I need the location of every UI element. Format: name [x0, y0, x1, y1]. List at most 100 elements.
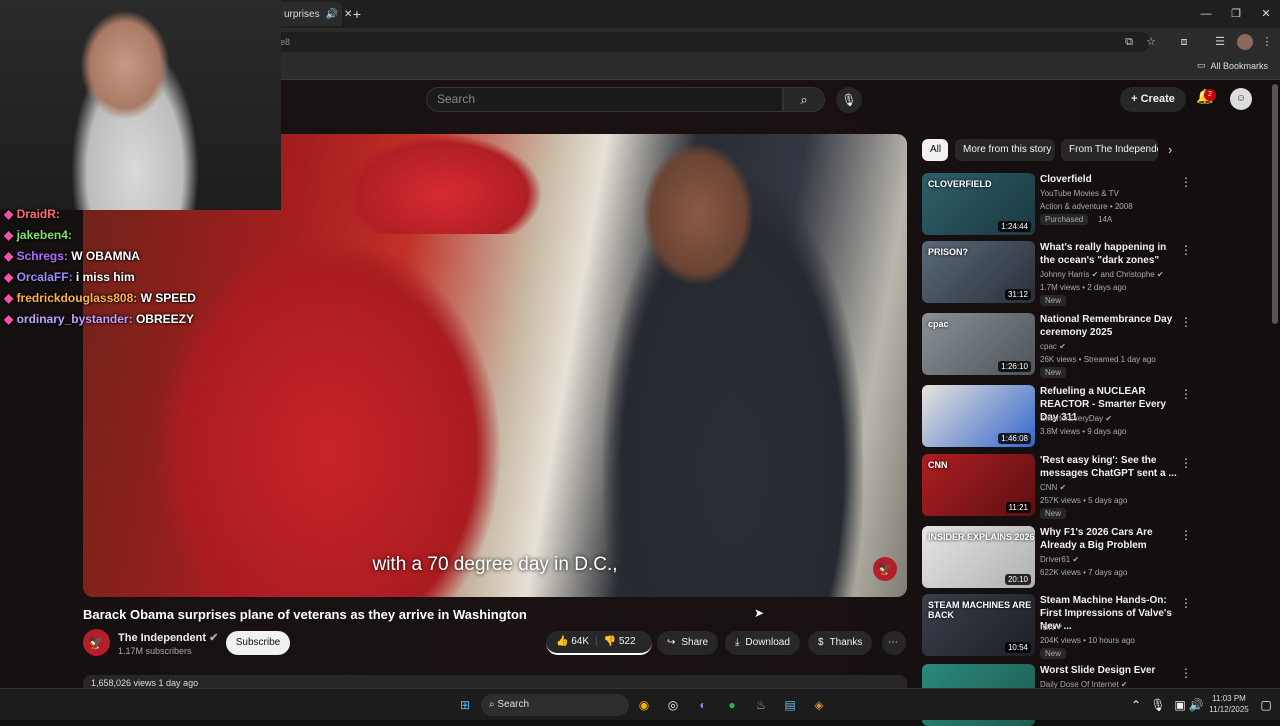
- duration-badge: 11:21: [1005, 502, 1031, 513]
- cast-icon[interactable]: ⧉: [1121, 34, 1137, 50]
- channel-avatar[interactable]: 🦅: [83, 629, 110, 656]
- video-thumbnail[interactable]: INSIDER EXPLAINS 2026 20:10: [922, 526, 1035, 588]
- system-clock[interactable]: 11:03 PM 11/12/2025: [1204, 693, 1254, 715]
- chat-badge-icon: ◆: [4, 249, 17, 263]
- volume-icon[interactable]: 🔊: [1186, 695, 1206, 715]
- chat-username: ordinary_bystander:: [16, 312, 133, 326]
- recommendation-title[interactable]: What's really happening in the ocean's "…: [1040, 241, 1180, 267]
- chat-badge-icon: ◆: [4, 312, 17, 326]
- recommendation-title[interactable]: Cloverfield: [1040, 173, 1180, 186]
- thanks-icon: $: [818, 637, 824, 648]
- minimize-button[interactable]: —: [1194, 4, 1218, 24]
- recommendation-item[interactable]: CNN 11:21 'Rest easy king': See the messag…: [922, 454, 1272, 519]
- thanks-button[interactable]: $ Thanks: [808, 631, 873, 655]
- more-options-icon[interactable]: ⋮: [1180, 387, 1192, 401]
- views-line: 1,658,026 views 1 day ago: [91, 678, 199, 688]
- maximize-button[interactable]: ❐: [1224, 4, 1248, 24]
- streamer-head: [80, 10, 170, 120]
- more-options-icon[interactable]: ⋮: [1180, 243, 1192, 257]
- chrome-icon[interactable]: ◉: [634, 695, 654, 715]
- recommendation-title[interactable]: Worst Slide Design Ever: [1040, 664, 1180, 677]
- media-control-icon[interactable]: ☰: [1212, 34, 1228, 50]
- video-thumbnail[interactable]: CLOVERFIELD 1:24:44: [922, 173, 1035, 235]
- taskbar-search[interactable]: ⌕ Search: [481, 694, 629, 716]
- new-tab-button[interactable]: +: [347, 4, 367, 24]
- mic-tray-icon[interactable]: 🎙: [1148, 695, 1168, 715]
- channel-name: IGN ✔: [1040, 623, 1064, 632]
- video-thumbnail[interactable]: PRISON? 31:12: [922, 241, 1035, 303]
- video-thumbnail[interactable]: cpac 1:26:10: [922, 313, 1035, 375]
- video-stats: Action & adventure • 2008: [1040, 202, 1133, 211]
- steam-icon[interactable]: ♨: [751, 695, 771, 715]
- app-icon[interactable]: ◎: [663, 695, 683, 715]
- account-avatar[interactable]: ☺: [1230, 88, 1252, 110]
- recommendation-item[interactable]: cpac 1:26:10 National Remembrance Day cere…: [922, 313, 1272, 378]
- chip-2[interactable]: From The Independent: [1061, 139, 1158, 161]
- chips-next-icon[interactable]: ›: [1168, 142, 1172, 157]
- channel-name[interactable]: The Independent ✔: [118, 631, 218, 644]
- recommendation-item[interactable]: STEAM MACHINES ARE BACK 10:54 Steam Machin…: [922, 594, 1272, 659]
- tab-title: urprises: [284, 8, 320, 20]
- thumbnail-text: INSIDER EXPLAINS 2026: [928, 532, 1035, 542]
- dislike-button[interactable]: 👎 522: [604, 630, 636, 654]
- menu-icon[interactable]: ⋮: [1259, 34, 1275, 50]
- more-icon: ⋯: [888, 637, 898, 648]
- more-actions-button[interactable]: ⋯: [882, 631, 906, 655]
- channel-watermark-icon[interactable]: 🦅: [873, 557, 897, 581]
- recommendation-title[interactable]: Why F1's 2026 Cars Are Already a Big Pro…: [1040, 526, 1180, 552]
- more-options-icon[interactable]: ⋮: [1180, 315, 1192, 329]
- dislike-count: 522: [618, 636, 636, 647]
- notepad-icon[interactable]: ▤: [780, 695, 800, 715]
- video-thumbnail[interactable]: STEAM MACHINES ARE BACK 10:54: [922, 594, 1035, 656]
- recommendation-item[interactable]: INSIDER EXPLAINS 2026 20:10 Why F1's 2026 …: [922, 526, 1272, 588]
- chat-badge-icon: ◆: [4, 270, 17, 284]
- more-options-icon[interactable]: ⋮: [1180, 528, 1192, 542]
- verified-icon: ✔: [209, 632, 219, 644]
- search-input[interactable]: Search: [426, 87, 783, 112]
- create-button[interactable]: + Create: [1120, 87, 1186, 112]
- app2-icon[interactable]: ◈: [809, 695, 829, 715]
- subscribe-button[interactable]: Subscribe: [226, 631, 290, 655]
- spotify-icon[interactable]: ●: [722, 695, 742, 715]
- like-button[interactable]: 👍 64K: [556, 630, 589, 654]
- profile-icon[interactable]: [1237, 34, 1253, 50]
- chip-1[interactable]: More from this story: [955, 139, 1055, 161]
- share-button[interactable]: ↪ Share: [657, 631, 719, 655]
- close-window-button[interactable]: ✕: [1254, 4, 1278, 24]
- recommendation-title[interactable]: National Remembrance Day ceremony 2025: [1040, 313, 1180, 339]
- page-scrollbar[interactable]: [1272, 84, 1278, 324]
- video-stats: 26K views • Streamed 1 day ago: [1040, 355, 1156, 364]
- video-thumbnail[interactable]: CNN 11:21: [922, 454, 1035, 516]
- search-button[interactable]: ⌕: [783, 87, 825, 112]
- more-options-icon[interactable]: ⋮: [1180, 456, 1192, 470]
- chat-message: ◆ OrcalaFF: i miss him: [4, 270, 135, 284]
- all-bookmarks[interactable]: ▭ All Bookmarks: [1197, 60, 1268, 71]
- voice-search-button[interactable]: 🎙: [836, 87, 862, 113]
- recommendation-tag: Purchased: [1040, 214, 1089, 225]
- more-options-icon[interactable]: ⋮: [1180, 175, 1192, 189]
- bookmark-star-icon[interactable]: ☆: [1143, 34, 1159, 50]
- start-icon[interactable]: ⊞: [455, 695, 475, 715]
- more-options-icon[interactable]: ⋮: [1180, 666, 1192, 680]
- video-thumbnail[interactable]: 1:46:08: [922, 385, 1035, 447]
- recommendation-tag: New: [1040, 367, 1067, 378]
- thumbnail-text: STEAM MACHINES ARE BACK: [928, 600, 1032, 620]
- recommendation-item[interactable]: 1:46:08 Refueling a NUCLEAR REACTOR - Sma…: [922, 385, 1272, 447]
- share-label: Share: [681, 637, 709, 648]
- description-box[interactable]: 1,658,026 views 1 day ago: [83, 675, 907, 689]
- extensions-icon[interactable]: ⧈: [1176, 34, 1192, 50]
- notification-center-icon[interactable]: ▢: [1256, 695, 1276, 715]
- chat-username: Schregs:: [16, 249, 68, 263]
- chat-text: W OBAMNA: [71, 249, 140, 263]
- thumbnail-text: cpac: [928, 319, 949, 329]
- recommendation-item[interactable]: CLOVERFIELD 1:24:44 Cloverfield YouTube Mov…: [922, 173, 1272, 235]
- tray-chevron-icon[interactable]: ⌃: [1126, 695, 1146, 715]
- download-button[interactable]: ⤓ Download: [725, 631, 800, 655]
- chip-0[interactable]: All: [922, 139, 948, 161]
- more-options-icon[interactable]: ⋮: [1180, 596, 1192, 610]
- recommendation-title[interactable]: 'Rest easy king': See the messages ChatG…: [1040, 454, 1180, 480]
- url-field[interactable]: e8: [270, 32, 1150, 52]
- recommendation-item[interactable]: PRISON? 31:12 What's really happening in t…: [922, 241, 1272, 306]
- discord-icon[interactable]: ◐: [693, 695, 713, 715]
- thumbnail-text: PRISON?: [928, 247, 969, 257]
